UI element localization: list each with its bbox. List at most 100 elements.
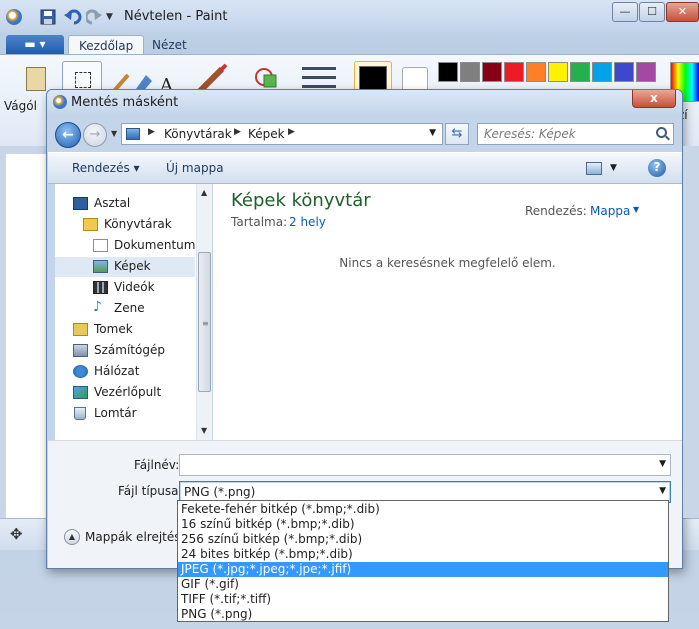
sidebar-item-label: Vezérlőpult [94, 385, 162, 399]
navigation-scrollbar[interactable]: ▲ ≡ ▼ [196, 184, 212, 440]
sidebar-item-label: Tomek [94, 322, 133, 336]
breadcrumb-pictures[interactable]: Képek [248, 127, 285, 141]
save-as-dialog: Mentés másként x ← → ▼ ▶ Könyvtárak ▶ Ké… [46, 89, 683, 569]
breadcrumb-separator-icon[interactable]: ▶ [288, 127, 295, 137]
sidebar-item-computer[interactable]: Számítógép [55, 341, 195, 361]
filetype-option[interactable]: PNG (*.png) [178, 607, 668, 622]
palette-swatch[interactable] [482, 62, 502, 82]
back-button[interactable]: ← [55, 122, 81, 148]
palette-swatch[interactable] [636, 62, 656, 82]
filetype-option[interactable]: Fekete-fehér bitkép (*.bmp;*.dib) [178, 502, 668, 517]
breadcrumb-separator-icon[interactable]: ▶ [234, 127, 241, 137]
select-icon [75, 72, 91, 88]
empty-results-message: Nincs a keresésnek megfelelő elem. [339, 256, 556, 270]
recycle-bin-icon [74, 407, 86, 420]
paint-window-title: Névtelen - Paint [124, 9, 228, 24]
organize-button[interactable]: Rendezés ▾ [72, 161, 140, 175]
palette-swatch[interactable] [548, 62, 568, 82]
arrange-by-dropdown[interactable]: Mappa [590, 204, 630, 218]
palette-swatch[interactable] [570, 62, 590, 82]
network-icon [73, 365, 88, 378]
library-icon [126, 128, 140, 140]
documents-icon [93, 239, 108, 252]
filetype-label: Fájl típusa: [118, 484, 183, 498]
save-icon[interactable] [40, 9, 56, 25]
paint-canvas-background [683, 146, 699, 518]
sidebar-item-label: Lomtár [94, 406, 137, 420]
dialog-close-button[interactable]: x [632, 90, 676, 108]
filename-dropdown-icon[interactable]: ▼ [659, 459, 666, 469]
undo-icon[interactable] [64, 9, 82, 25]
new-folder-button[interactable]: Új mappa [166, 161, 224, 175]
minimize-button[interactable]: — [612, 2, 638, 22]
maximize-button[interactable]: ☐ [639, 2, 665, 22]
sidebar-item-music[interactable]: ♪ Zene [55, 299, 195, 319]
address-row: ← → ▼ ▶ Könyvtárak ▶ Képek ▶ ▼ ⇆ Keresés… [47, 116, 682, 150]
library-title: Képek könyvtár [231, 190, 371, 211]
address-dropdown-icon[interactable]: ▼ [429, 128, 436, 138]
sidebar-item-desktop[interactable]: Asztal [55, 194, 195, 214]
tab-view[interactable]: Nézet [142, 35, 197, 55]
sidebar-item-label: Képek [114, 259, 151, 273]
search-icon[interactable] [656, 127, 667, 138]
sidebar-item-pictures[interactable]: Képek [55, 257, 195, 277]
palette-swatch[interactable] [438, 62, 458, 82]
control-panel-icon [73, 386, 88, 399]
sidebar-item-libraries[interactable]: Könyvtárak [55, 215, 195, 235]
tab-home[interactable]: Kezdőlap [68, 35, 145, 55]
scroll-down-icon[interactable]: ▼ [201, 426, 207, 435]
refresh-button[interactable]: ⇆ [445, 123, 469, 145]
filetype-option[interactable]: 24 bites bitkép (*.bmp;*.dib) [178, 547, 668, 562]
palette-swatch[interactable] [460, 62, 480, 82]
view-dropdown-icon[interactable]: ▼ [610, 163, 617, 173]
sidebar-item-control-panel[interactable]: Vezérlőpult [55, 383, 195, 403]
palette-swatch[interactable] [526, 62, 546, 82]
sidebar-item-user[interactable]: Tomek [55, 320, 195, 340]
libraries-icon [83, 218, 98, 231]
filetype-selected-value: PNG (*.png) [184, 485, 256, 499]
palette-swatch[interactable] [504, 62, 524, 82]
hide-folders-button[interactable]: Mappák elrejtése [85, 530, 188, 544]
file-list-pane[interactable]: Képek könyvtár Tartalma: 2 hely Rendezés… [213, 184, 682, 440]
filetype-dropdown-icon[interactable]: ▼ [659, 486, 666, 496]
palette-swatch[interactable] [592, 62, 612, 82]
help-button[interactable]: ? [648, 159, 666, 177]
filename-field[interactable]: ▼ [179, 454, 671, 476]
filetype-dropdown-list: Fekete-fehér bitkép (*.bmp;*.dib) 16 szín… [177, 500, 669, 622]
move-cursor-icon: ✥ [10, 525, 23, 543]
breadcrumb-separator-icon[interactable]: ▶ [148, 127, 155, 137]
breadcrumb-libraries[interactable]: Könyvtárak [164, 127, 232, 141]
clipboard-group-label: Vágól [4, 99, 37, 113]
filetype-option[interactable]: TIFF (*.tif;*.tiff) [178, 592, 668, 607]
sidebar-item-label: Számítógép [94, 343, 165, 357]
recent-pages-icon[interactable]: ▼ [111, 129, 117, 138]
close-button[interactable]: ✕ [666, 2, 699, 22]
view-icon[interactable] [586, 162, 602, 175]
paint-canvas[interactable] [6, 154, 50, 534]
sidebar-item-network[interactable]: Hálózat [55, 362, 195, 382]
sidebar-item-recycle-bin[interactable]: Lomtár [55, 404, 195, 424]
filetype-option[interactable]: 16 színű bitkép (*.bmp;*.dib) [178, 517, 668, 532]
arrange-dropdown-icon[interactable]: ▼ [633, 205, 639, 214]
palette-swatch[interactable] [614, 62, 634, 82]
sidebar-item-documents[interactable]: Dokumentumo [55, 236, 203, 256]
scrollbar-thumb[interactable]: ≡ [198, 252, 211, 392]
filetype-option[interactable]: GIF (*.gif) [178, 577, 668, 592]
sidebar-item-label: Dokumentumo [114, 238, 203, 252]
search-box[interactable]: Keresés: Képek [477, 123, 674, 145]
paint-titlebar: ▼ Névtelen - Paint — ☐ ✕ [0, 0, 699, 32]
paint-app-icon[interactable] [6, 9, 22, 25]
address-bar[interactable]: ▶ Könyvtárak ▶ Képek ▶ ▼ [121, 123, 443, 145]
quick-access-menu-icon[interactable]: ▼ [106, 12, 122, 28]
scroll-up-icon[interactable]: ▲ [201, 188, 207, 197]
redo-icon[interactable] [84, 9, 102, 25]
sidebar-item-videos[interactable]: Videók [55, 278, 195, 298]
forward-button[interactable]: → [83, 123, 107, 147]
navigation-pane: Asztal Könyvtárak Dokumentumo Képek Vide… [55, 184, 212, 440]
filetype-option[interactable]: JPEG (*.jpg;*.jpeg;*.jpe;*.jfif) [178, 562, 668, 577]
filetype-option[interactable]: 256 színű bitkép (*.bmp;*.dib) [178, 532, 668, 547]
library-locations-link[interactable]: 2 hely [289, 215, 326, 229]
search-input[interactable]: Keresés: Képek [484, 127, 576, 141]
chevron-up-icon[interactable]: ▲ [64, 529, 80, 545]
paint-menu-button[interactable]: ▬ ▾ [6, 35, 64, 55]
